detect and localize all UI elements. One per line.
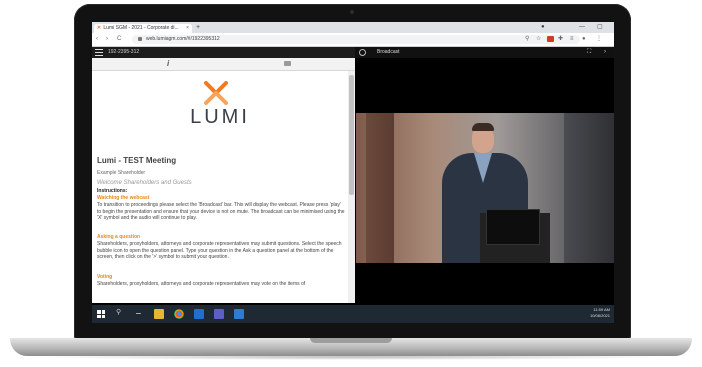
broadcast-icon [359, 49, 366, 56]
meeting-id: 192-2395-312 [108, 49, 140, 55]
webcam [350, 10, 354, 14]
zoom-icon[interactable]: ⚲ [525, 34, 529, 45]
tab-close-icon[interactable]: × [186, 24, 189, 33]
browser-tab-strip: ✕ Lumi SGM - 2021 - Corporate di... × + … [92, 22, 614, 33]
reload-button[interactable]: C [117, 34, 121, 45]
broadcast-header: Broadcast ⛶ › [355, 47, 614, 58]
tab-title: Lumi SGM - 2021 - Corporate di... [103, 25, 179, 31]
lumi-app: 192-2395-312 i LUMI Lumi - TEST Meeting … [92, 47, 614, 305]
broadcast-label: Broadcast [377, 49, 400, 55]
extension-icon[interactable] [547, 36, 554, 42]
fullscreen-icon[interactable]: ⛶ [587, 47, 591, 58]
puzzle-icon[interactable]: ✚ [558, 34, 563, 45]
welcome-text: Welcome Shareholders and Guests [97, 180, 192, 186]
video-background-curtain [564, 113, 614, 263]
file-explorer-icon[interactable] [154, 309, 164, 319]
menu-icon[interactable]: ⋮ [596, 34, 602, 45]
lumi-logo-icon [204, 81, 228, 105]
section-question-title: Asking a question [97, 234, 141, 240]
info-tab-icon[interactable]: i [167, 58, 169, 70]
left-header: 192-2395-312 [92, 47, 355, 58]
search-icon[interactable]: ⚲ [116, 308, 121, 316]
section-webcast-title: Watching the webcast [97, 195, 150, 201]
forward-button[interactable]: › [106, 34, 108, 45]
maximize-button[interactable]: ▢ [597, 23, 603, 32]
broadcast-video[interactable] [356, 113, 614, 263]
task-view-icon[interactable] [136, 313, 141, 314]
scrollbar[interactable] [348, 71, 355, 303]
instructions-heading: Instructions: [97, 188, 128, 194]
profile-icon[interactable]: ● [582, 34, 586, 45]
browser-toolbar: ‹ › C web.lumiagm.com/#/1922395312 ⚲ ☆ ✚… [92, 33, 614, 47]
lumi-favicon-icon: ✕ [96, 25, 102, 31]
clock-date: 10/08/2021 [589, 313, 610, 318]
star-icon[interactable]: ☆ [536, 34, 541, 45]
chrome-icon[interactable] [174, 309, 184, 319]
minimize-button[interactable]: — [579, 23, 585, 32]
back-button[interactable]: ‹ [96, 34, 98, 45]
info-panel: LUMI Lumi - TEST Meeting Example Shareho… [92, 71, 348, 303]
video-background-door [366, 113, 394, 263]
windows-taskbar: ⚲ 11:59 AM 10/08/2021 [92, 305, 614, 323]
taskbar-clock[interactable]: 11:59 AM 10/08/2021 [590, 307, 610, 319]
browser-tab[interactable]: ✕ Lumi SGM - 2021 - Corporate di... × [94, 24, 192, 33]
section-voting-title: Voting [97, 274, 113, 280]
panel-tabs: i [92, 58, 355, 71]
windows-start-icon[interactable] [97, 310, 105, 318]
section-voting-body: Shareholders, proxyholders, attorneys an… [97, 281, 306, 287]
logo-text: LUMI [190, 106, 250, 128]
scrollbar-thumb[interactable] [349, 75, 354, 195]
hamburger-menu-icon[interactable] [95, 49, 103, 56]
word-icon[interactable] [234, 309, 244, 319]
collapse-chevron-icon[interactable]: › [604, 47, 606, 58]
teams-icon[interactable] [214, 309, 224, 319]
meeting-title: Lumi - TEST Meeting [97, 156, 177, 165]
laptop-screen: ✕ Lumi SGM - 2021 - Corporate di... × + … [92, 22, 614, 323]
laptop-opening-notch [310, 338, 392, 343]
reading-list-icon[interactable]: ≡ [570, 34, 574, 45]
url-text: web.lumiagm.com/#/1922395312 [146, 36, 220, 42]
user-label: Example Shareholder [97, 170, 146, 176]
address-bar[interactable]: web.lumiagm.com/#/1922395312 [132, 35, 580, 44]
section-question-body: Shareholders, proxyholders, attorneys an… [97, 241, 342, 260]
account-circle-icon[interactable]: ● [541, 23, 545, 32]
outlook-icon[interactable] [194, 309, 204, 319]
lock-icon [138, 37, 142, 41]
podium-monitor [486, 209, 540, 245]
section-webcast-body: To transition to proceedings please sele… [97, 202, 345, 221]
new-tab-button[interactable]: + [196, 23, 200, 32]
speaker-hair [472, 123, 494, 131]
chat-bubble-icon[interactable] [284, 61, 291, 66]
